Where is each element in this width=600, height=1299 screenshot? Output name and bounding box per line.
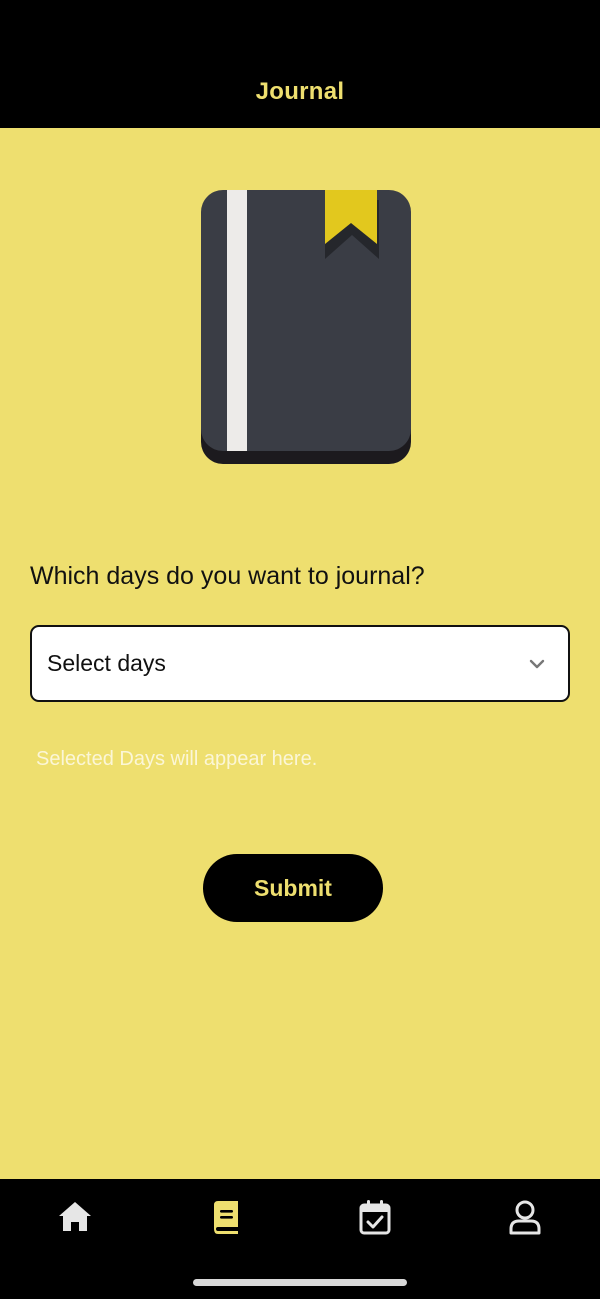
tab-calendar[interactable] [345, 1195, 405, 1239]
bottom-tab-bar [0, 1179, 600, 1299]
select-days-dropdown[interactable]: Select days [30, 625, 570, 702]
home-icon [59, 1202, 91, 1231]
home-indicator[interactable] [193, 1279, 407, 1286]
submit-button[interactable]: Submit [203, 854, 383, 922]
tab-profile[interactable] [495, 1195, 555, 1239]
page-title: Journal [255, 78, 345, 105]
app-header: Journal [0, 0, 600, 128]
chevron-down-icon [529, 659, 545, 668]
profile-icon [509, 1200, 541, 1235]
main-content: Which days do you want to journal? Selec… [0, 128, 600, 1179]
selected-days-hint: Selected Days will appear here. [36, 748, 318, 770]
journal-icon [214, 1201, 238, 1234]
tab-journal[interactable] [195, 1195, 255, 1239]
tab-home[interactable] [45, 1195, 105, 1239]
select-days-placeholder: Select days [47, 650, 166, 676]
calendar-check-icon [359, 1200, 391, 1235]
journal-book-icon [201, 190, 411, 464]
journal-days-question: Which days do you want to journal? [30, 562, 425, 590]
